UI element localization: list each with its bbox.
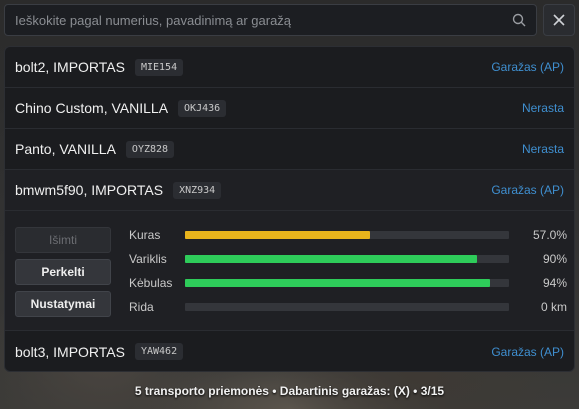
stat-value: 0 km [540,300,567,314]
take-out-button[interactable]: Išimti [15,227,111,253]
mileage-bar [185,303,509,311]
search-input[interactable] [15,12,512,28]
engine-bar-fill [185,255,477,263]
stat-engine: Variklis 90% [129,247,567,271]
stat-value: 90% [542,252,567,266]
stat-label: Kuras [129,228,161,242]
vehicle-name: bolt2, IMPORTAS [15,59,125,75]
top-bar [0,0,579,40]
vehicle-row[interactable]: Chino Custom, VANILLA OKJ436 Nerasta [5,88,574,129]
body-bar-fill [185,279,490,287]
stat-label: Rida [129,300,154,314]
vehicle-name: Chino Custom, VANILLA [15,100,169,116]
close-button[interactable] [543,4,575,36]
action-buttons: Išimti Perkelti Nustatymai [15,227,111,323]
plate-badge: YAW462 [134,343,184,360]
plate-badge: XNZ934 [173,181,222,199]
plate-badge: OYZ828 [125,140,175,158]
stat-fuel: Kuras 57.0% [129,223,567,247]
plate-badge: OKJ436 [178,99,227,117]
vehicle-name: bolt3, IMPORTAS [15,343,125,360]
vehicle-stats: Kuras 57.0% Variklis 90% Kėbulas 94% Rid… [129,223,567,319]
close-icon [553,14,565,26]
stat-value: 94% [542,276,567,290]
stat-label: Kėbulas [129,276,173,290]
vehicle-list: bolt2, IMPORTAS MIE154 Garažas (AP) Chin… [4,46,575,372]
vehicle-status: Garažas (AP) [491,344,564,359]
vehicle-row[interactable]: Panto, VANILLA OYZ828 Nerasta [5,129,574,170]
fuel-bar-fill [185,231,370,239]
plate-badge: MIE154 [134,58,184,76]
footer-status: 5 transporto priemonės • Dabartinis gara… [134,384,445,398]
vehicle-name: Panto, VANILLA [15,141,116,157]
vehicle-details: Išimti Perkelti Nustatymai Kuras 57.0% V… [5,211,574,331]
vehicle-row-expanded[interactable]: bmwm5f90, IMPORTAS XNZ934 Garažas (AP) [5,170,574,211]
vehicle-status: Garažas (AP) [491,60,564,74]
vehicle-status: Nerasta [521,142,564,156]
move-button[interactable]: Perkelti [15,259,111,285]
stat-body: Kėbulas 94% [129,271,567,295]
fuel-bar [185,231,509,239]
body-bar [185,279,509,287]
search-icon[interactable] [512,13,526,27]
engine-bar [185,255,509,263]
vehicle-row[interactable]: bolt3, IMPORTAS YAW462 Garažas (AP) [5,331,574,371]
vehicle-status: Nerasta [521,101,564,115]
stat-mileage: Rida 0 km [129,295,567,319]
search-box[interactable] [4,4,537,36]
stat-value: 57.0% [532,228,567,242]
vehicle-status: Garažas (AP) [491,183,564,197]
vehicle-name: bmwm5f90, IMPORTAS [15,182,164,198]
settings-button[interactable]: Nustatymai [15,291,111,317]
vehicle-row[interactable]: bolt2, IMPORTAS MIE154 Garažas (AP) [5,47,574,88]
stat-label: Variklis [129,252,167,266]
